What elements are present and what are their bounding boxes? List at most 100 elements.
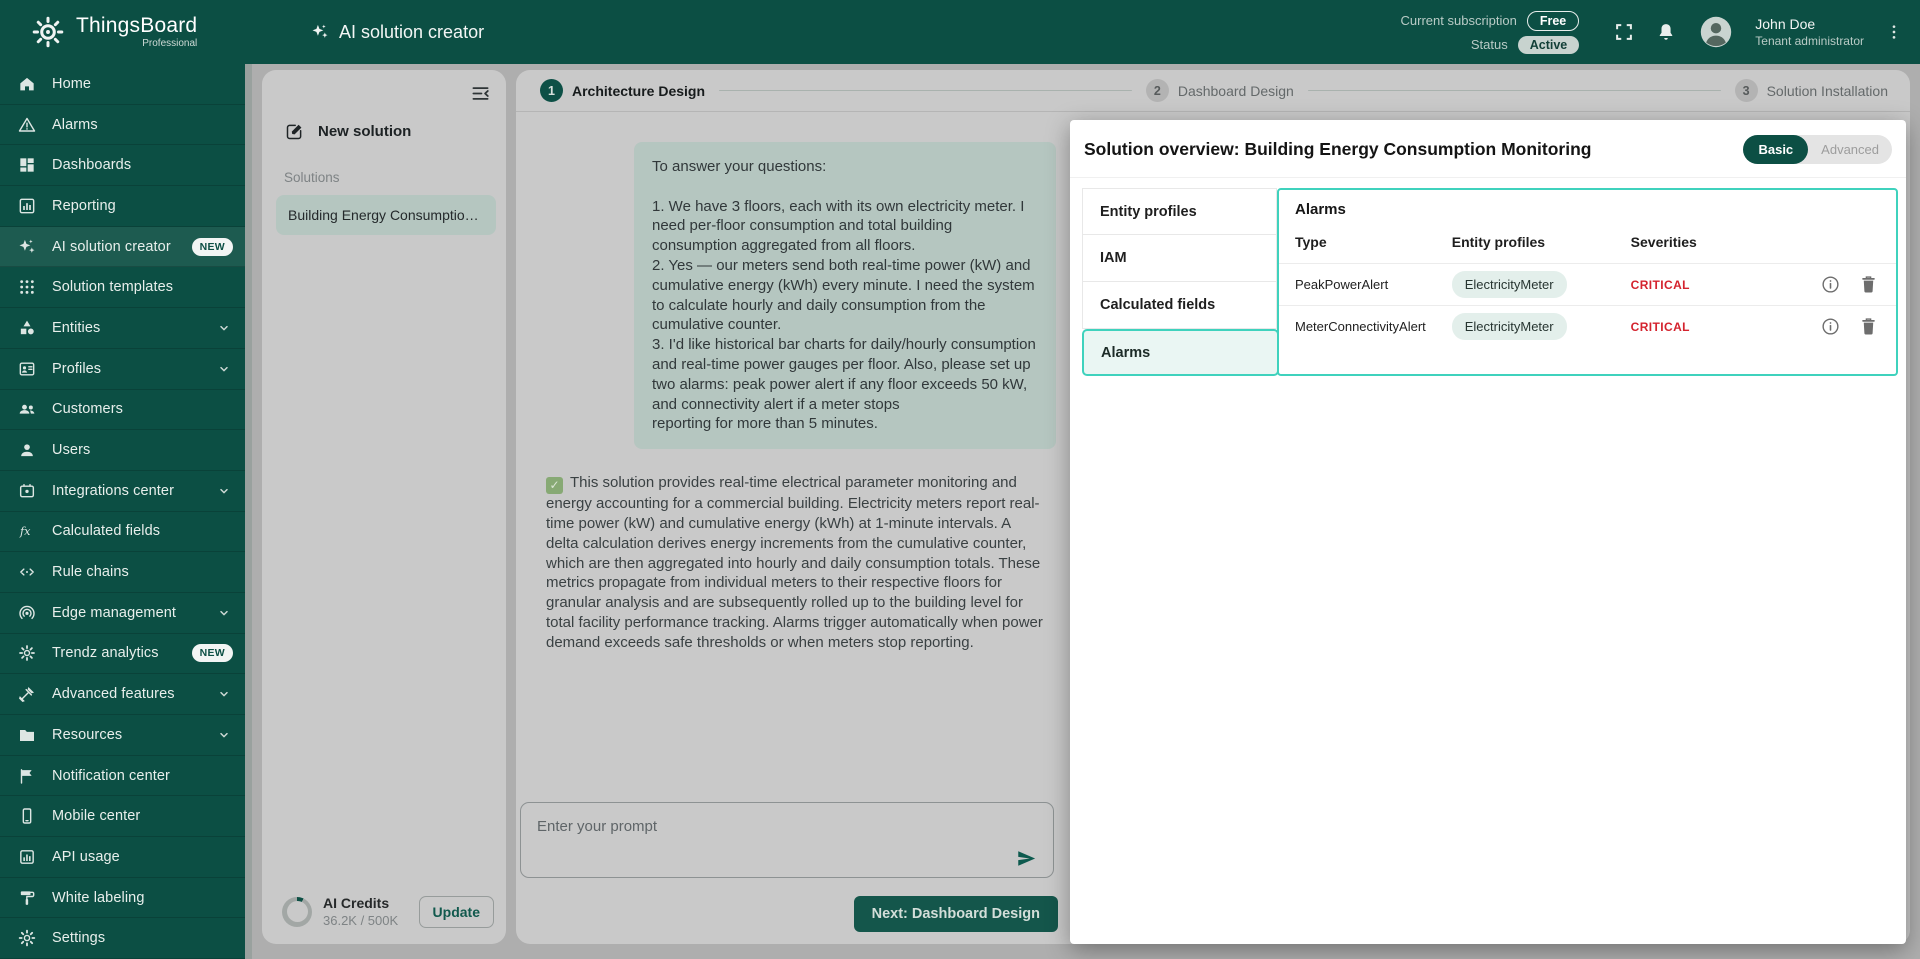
stepper-step-dashboard-design[interactable]: 2 Dashboard Design	[1145, 79, 1294, 102]
new-solution-button[interactable]: New solution	[284, 121, 506, 142]
sidebar-item-home[interactable]: Home	[0, 64, 245, 105]
status-label: Status	[1470, 37, 1508, 52]
step-label: Solution Installation	[1766, 82, 1888, 99]
stepper-step-solution-installation[interactable]: 3 Solution Installation	[1734, 79, 1888, 102]
brand-subtitle: Professional	[142, 38, 198, 49]
sidebar-item-advanced-features[interactable]: Advanced features	[0, 674, 245, 715]
new-solution-label: New solution	[318, 123, 412, 140]
stepper-connector	[1307, 89, 1721, 92]
alarm-type: PeakPowerAlert	[1295, 277, 1389, 292]
status-badge: Active	[1517, 35, 1580, 54]
sidebar-item-profiles[interactable]: Profiles	[0, 349, 245, 390]
sidebar-item-reporting[interactable]: Reporting	[0, 186, 245, 227]
notifications-bell-icon[interactable]	[1655, 21, 1677, 43]
topbar-right: Current subscription Free Status Active …	[1400, 10, 1920, 54]
sidebar-item-label: Entities	[52, 319, 101, 336]
tab-label: IAM	[1100, 250, 1127, 266]
sidebar-item-integrations-center[interactable]: Integrations center	[0, 471, 245, 512]
sidebar-item-label: White labeling	[52, 889, 145, 906]
overview-header: Solution overview: Building Energy Consu…	[1070, 120, 1906, 178]
alarms-heading: Alarms	[1295, 201, 1346, 218]
sidebar-item-solution-templates[interactable]: Solution templates	[0, 267, 245, 309]
sidebar-item-alarms[interactable]: Alarms	[0, 105, 245, 146]
step-number: 2	[1145, 79, 1169, 102]
sidebar-item-label: Home	[52, 75, 92, 92]
solution-list: Building Energy Consumption …	[262, 195, 506, 241]
sidebar-item-entities[interactable]: Entities	[0, 308, 245, 349]
sidebar-item-dashboards[interactable]: Dashboards	[0, 145, 245, 187]
tab-alarms[interactable]: Alarms	[1082, 329, 1279, 376]
sidebar-item-resources[interactable]: Resources	[0, 715, 245, 756]
sidebar-item-trendz-analytics[interactable]: Trendz analytics NEW	[0, 634, 245, 675]
new-badge: NEW	[191, 237, 233, 256]
prompt-wrap	[520, 802, 1054, 883]
fullscreen-icon[interactable]	[1613, 21, 1635, 43]
tab-entity-profiles[interactable]: Entity profiles	[1082, 188, 1277, 235]
dot-grid-icon	[17, 277, 37, 297]
assistant-message: ✓ This solution provides real-time electr…	[546, 473, 1046, 652]
chevron-down-icon	[215, 482, 233, 500]
delete-icon[interactable]	[1858, 316, 1879, 337]
severity-badge: CRITICAL	[1630, 320, 1690, 334]
next-dashboard-design-button[interactable]: Next: Dashboard Design	[853, 896, 1058, 932]
sidebar-item-ai-solution-creator[interactable]: AI solution creator NEW	[0, 226, 245, 268]
prompt-input[interactable]	[520, 802, 1054, 878]
solutions-section-label: Solutions	[284, 170, 340, 185]
ai-credits-value: 36.2K / 500K	[323, 913, 399, 928]
sidebar-item-label: Integrations center	[52, 482, 174, 499]
tab-calculated-fields[interactable]: Calculated fields	[1082, 282, 1277, 329]
send-icon[interactable]	[1015, 847, 1038, 870]
sidebar-item-label: Trendz analytics	[52, 645, 159, 662]
sidebar-item-label: Customers	[52, 401, 123, 418]
toggle-advanced[interactable]: Advanced	[1808, 142, 1892, 157]
page-title-wrap: AI solution creator	[310, 22, 484, 43]
sidebar-scrollbar[interactable]	[245, 64, 252, 959]
entity-profile-chip: ElectricityMeter	[1451, 271, 1567, 298]
subscription-label: Current subscription	[1400, 13, 1517, 28]
collapse-panel-icon[interactable]	[469, 82, 492, 105]
check-icon: ✓	[546, 477, 563, 495]
sidebar-item-notification-center[interactable]: Notification center	[0, 756, 245, 797]
info-icon[interactable]	[1820, 274, 1841, 295]
trendz-gear-icon	[17, 643, 37, 663]
sidebar-item-label: Mobile center	[52, 808, 141, 825]
sidebar-item-white-labeling[interactable]: White labeling	[0, 878, 245, 919]
home-icon	[17, 74, 37, 94]
delete-icon[interactable]	[1858, 274, 1879, 295]
top-bar: ThingsBoard Professional AI solution cre…	[0, 0, 1920, 64]
kebab-menu-icon[interactable]	[1884, 22, 1904, 42]
overview-body: Entity profiles IAM Calculated fields Alarm…	[1070, 178, 1906, 376]
avatar[interactable]	[1697, 13, 1735, 51]
solution-list-item[interactable]: Building Energy Consumption …	[276, 195, 496, 235]
user-message-bubble: To answer your questions: 1. We have 3 f…	[634, 142, 1056, 450]
gear-icon	[17, 928, 37, 948]
sidebar-nav: Home Alarms Dashboards Reporting AI solution…	[0, 64, 245, 959]
stepper-step-architecture-design[interactable]: 1 Architecture Design	[540, 79, 705, 102]
sidebar-item-users[interactable]: Users	[0, 430, 245, 471]
sidebar-item-edge-management[interactable]: Edge management	[0, 593, 245, 634]
toggle-basic[interactable]: Basic	[1743, 135, 1809, 164]
sidebar-item-mobile-center[interactable]: Mobile center	[0, 796, 245, 838]
sidebar-item-customers[interactable]: Customers	[0, 390, 245, 431]
chevron-down-icon	[215, 604, 233, 622]
sidebar-item-label: Alarms	[52, 116, 98, 133]
sidebar-item-label: Solution templates	[52, 279, 174, 296]
sidebar-item-label: API usage	[52, 848, 120, 865]
info-icon[interactable]	[1820, 316, 1841, 337]
severity-badge: CRITICAL	[1630, 278, 1690, 292]
sidebar-item-api-usage[interactable]: API usage	[0, 837, 245, 878]
sidebar-item-settings[interactable]: Settings	[0, 918, 245, 959]
sidebar-item-rule-chains[interactable]: Rule chains	[0, 552, 245, 593]
user-block[interactable]: John Doe Tenant administrator	[1755, 16, 1864, 48]
update-button[interactable]: Update	[418, 895, 494, 928]
sidebar-item-calculated-fields[interactable]: fx Calculated fields	[0, 512, 245, 553]
sidebar-item-label: Edge management	[52, 604, 177, 621]
tab-label: Calculated fields	[1100, 297, 1216, 313]
column-header-type: Type	[1295, 234, 1327, 250]
reporting-icon	[17, 196, 37, 216]
sidebar-item-label: Dashboards	[52, 157, 132, 174]
subscription-badge[interactable]: Free	[1526, 10, 1580, 31]
alarms-icon	[17, 115, 37, 135]
tab-iam[interactable]: IAM	[1082, 235, 1277, 282]
brand-name: ThingsBoard	[76, 14, 198, 37]
